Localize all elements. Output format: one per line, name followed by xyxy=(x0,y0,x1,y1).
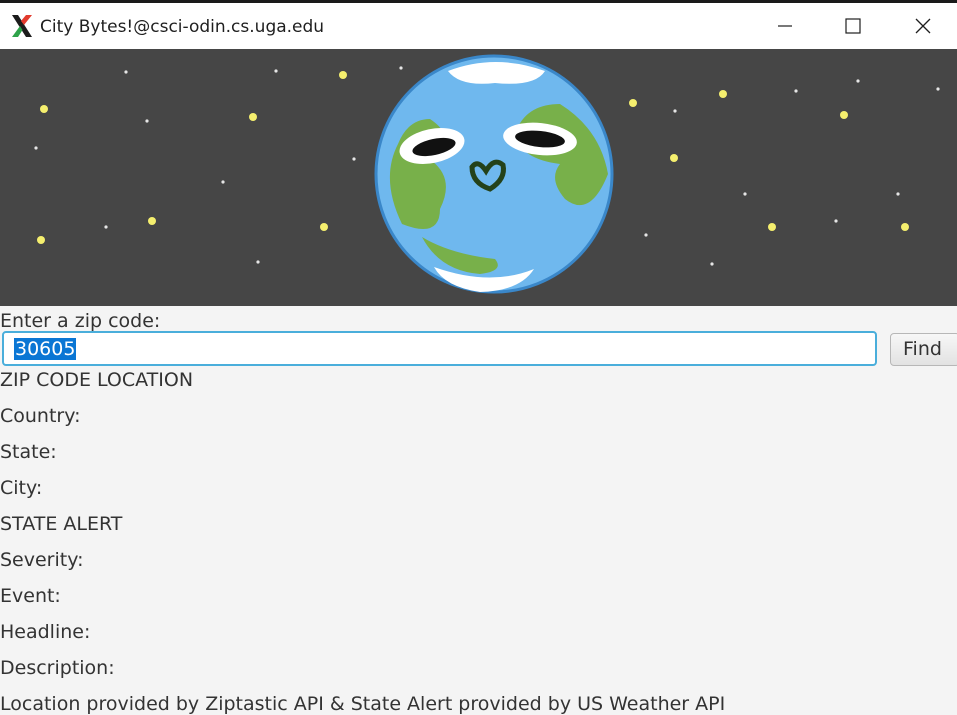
zip-prompt-label: Enter a zip code: xyxy=(0,310,161,332)
maximize-icon xyxy=(845,18,861,34)
headline-label: Headline: xyxy=(0,621,91,643)
location-heading: ZIP CODE LOCATION xyxy=(0,369,194,391)
city-label: City: xyxy=(0,477,43,499)
state-label: State: xyxy=(0,441,57,463)
title-bar[interactable]: City Bytes!@csci-odin.cs.uga.edu xyxy=(0,3,957,49)
zip-code-input[interactable]: 30605 xyxy=(2,331,877,366)
x-logo-icon xyxy=(10,14,34,38)
alert-heading: STATE ALERT xyxy=(0,513,123,535)
api-credit-text: Location provided by Ziptastic API & Sta… xyxy=(0,693,726,715)
close-button[interactable] xyxy=(900,3,946,49)
starry-sky-image xyxy=(34,54,940,294)
maximize-button[interactable] xyxy=(830,3,876,49)
cartoon-earth-icon xyxy=(374,54,614,294)
find-button[interactable]: Find xyxy=(890,333,957,366)
minimize-icon xyxy=(778,25,792,27)
zip-code-value: 30605 xyxy=(14,338,77,360)
find-button-label: Find xyxy=(903,338,942,360)
country-label: Country: xyxy=(0,405,81,427)
severity-label: Severity: xyxy=(0,549,84,571)
minimize-button[interactable] xyxy=(762,3,808,49)
window-title: City Bytes!@csci-odin.cs.uga.edu xyxy=(40,17,325,37)
description-label: Description: xyxy=(0,657,115,679)
event-label: Event: xyxy=(0,585,61,607)
banner-image xyxy=(0,49,957,306)
close-icon xyxy=(915,18,931,34)
